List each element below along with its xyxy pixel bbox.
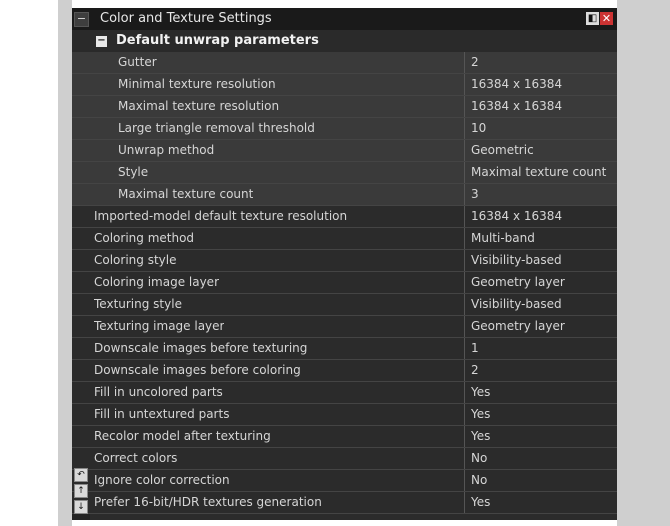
property-name: Downscale images before texturing <box>94 341 308 355</box>
property-name: Coloring image layer <box>94 275 219 289</box>
property-name: Downscale images before coloring <box>94 363 301 377</box>
panel-titlebar: − Color and Texture Settings ◧ ✕ <box>72 8 617 30</box>
property-name: Coloring method <box>94 231 195 245</box>
right-margin <box>617 0 670 526</box>
panel-title: Color and Texture Settings <box>100 11 272 26</box>
property-value[interactable]: 3 <box>464 184 617 205</box>
property-value[interactable]: 10 <box>464 118 617 139</box>
property-name: Texturing style <box>94 297 182 311</box>
property-value[interactable]: Geometric <box>464 140 617 161</box>
property-name: Coloring style <box>94 253 177 267</box>
property-value[interactable]: Multi-band <box>464 228 617 249</box>
property-value[interactable]: Visibility-based <box>464 250 617 271</box>
close-icon[interactable]: ✕ <box>600 12 613 25</box>
property-value[interactable]: Visibility-based <box>464 294 617 315</box>
property-row[interactable]: Coloring image layer Geometry layer <box>72 272 617 294</box>
property-name: Unwrap method <box>118 143 215 157</box>
property-name: Texturing image layer <box>94 319 225 333</box>
property-row[interactable]: Coloring method Multi-band <box>72 228 617 250</box>
property-name: Minimal texture resolution <box>118 77 276 91</box>
property-name: Style <box>118 165 149 179</box>
property-row[interactable]: Fill in untextured parts Yes <box>72 404 617 426</box>
property-value[interactable]: 16384 x 16384 <box>464 96 617 117</box>
property-row[interactable]: Maximal texture count 3 <box>72 184 617 206</box>
collapse-icon[interactable]: − <box>74 12 89 27</box>
property-row[interactable]: Downscale images before texturing 1 <box>72 338 617 360</box>
property-value[interactable]: 16384 x 16384 <box>464 206 617 227</box>
property-name: Large triangle removal threshold <box>118 121 315 135</box>
property-row[interactable]: Imported-model default texture resolutio… <box>72 206 617 228</box>
left-margin <box>58 0 72 526</box>
property-row[interactable]: Large triangle removal threshold 10 <box>72 118 617 140</box>
property-name: Gutter <box>118 55 157 69</box>
property-row[interactable]: Correct colors No <box>72 448 617 470</box>
property-name: Imported-model default texture resolutio… <box>94 209 348 223</box>
side-toolbar: ↶ ↑ ↓ <box>74 468 88 516</box>
property-row[interactable]: Style Maximal texture count <box>72 162 617 184</box>
property-name: Prefer 16-bit/HDR textures generation <box>94 495 322 509</box>
property-grid: Gutter 2 Minimal texture resolution 16384 x… <box>72 52 617 514</box>
property-row[interactable]: Coloring style Visibility-based <box>72 250 617 272</box>
section-collapse-icon[interactable]: − <box>96 36 107 47</box>
property-name: Fill in uncolored parts <box>94 385 223 399</box>
property-name: Maximal texture resolution <box>118 99 280 113</box>
property-value[interactable]: 1 <box>464 338 617 359</box>
dock-icon[interactable]: ◧ <box>586 12 599 25</box>
property-row[interactable]: Downscale images before coloring 2 <box>72 360 617 382</box>
property-value[interactable]: Maximal texture count <box>464 162 617 183</box>
property-value[interactable]: No <box>464 470 617 491</box>
property-row[interactable]: Ignore color correction No <box>72 470 617 492</box>
property-name: Correct colors <box>94 451 178 465</box>
property-value[interactable]: 16384 x 16384 <box>464 74 617 95</box>
property-value[interactable]: 2 <box>464 360 617 381</box>
up-arrow-icon[interactable]: ↑ <box>74 484 88 498</box>
property-value[interactable]: 2 <box>464 52 617 73</box>
property-row[interactable]: Prefer 16-bit/HDR textures generation Yes <box>72 492 617 514</box>
property-row[interactable]: Gutter 2 <box>72 52 617 74</box>
property-row[interactable]: Texturing image layer Geometry layer <box>72 316 617 338</box>
property-value[interactable]: Geometry layer <box>464 272 617 293</box>
property-name: Fill in untextured parts <box>94 407 230 421</box>
property-row[interactable]: Texturing style Visibility-based <box>72 294 617 316</box>
property-name: Recolor model after texturing <box>94 429 271 443</box>
property-row[interactable]: Fill in uncolored parts Yes <box>72 382 617 404</box>
property-value[interactable]: Yes <box>464 426 617 447</box>
property-row[interactable]: Minimal texture resolution 16384 x 16384 <box>72 74 617 96</box>
settings-panel: − Color and Texture Settings ◧ ✕ − Defau… <box>72 8 617 520</box>
property-row[interactable]: Recolor model after texturing Yes <box>72 426 617 448</box>
property-value[interactable]: Geometry layer <box>464 316 617 337</box>
property-row[interactable]: Maximal texture resolution 16384 x 16384 <box>72 96 617 118</box>
property-value[interactable]: Yes <box>464 382 617 403</box>
section-label: Default unwrap parameters <box>116 33 319 48</box>
property-value[interactable]: Yes <box>464 492 617 513</box>
property-name: Maximal texture count <box>118 187 254 201</box>
section-default-unwrap[interactable]: − Default unwrap parameters <box>72 30 617 53</box>
property-value[interactable]: Yes <box>464 404 617 425</box>
property-value[interactable]: No <box>464 448 617 469</box>
undo-icon[interactable]: ↶ <box>74 468 88 482</box>
property-row[interactable]: Unwrap method Geometric <box>72 140 617 162</box>
property-name: Ignore color correction <box>94 473 230 487</box>
down-arrow-icon[interactable]: ↓ <box>74 500 88 514</box>
